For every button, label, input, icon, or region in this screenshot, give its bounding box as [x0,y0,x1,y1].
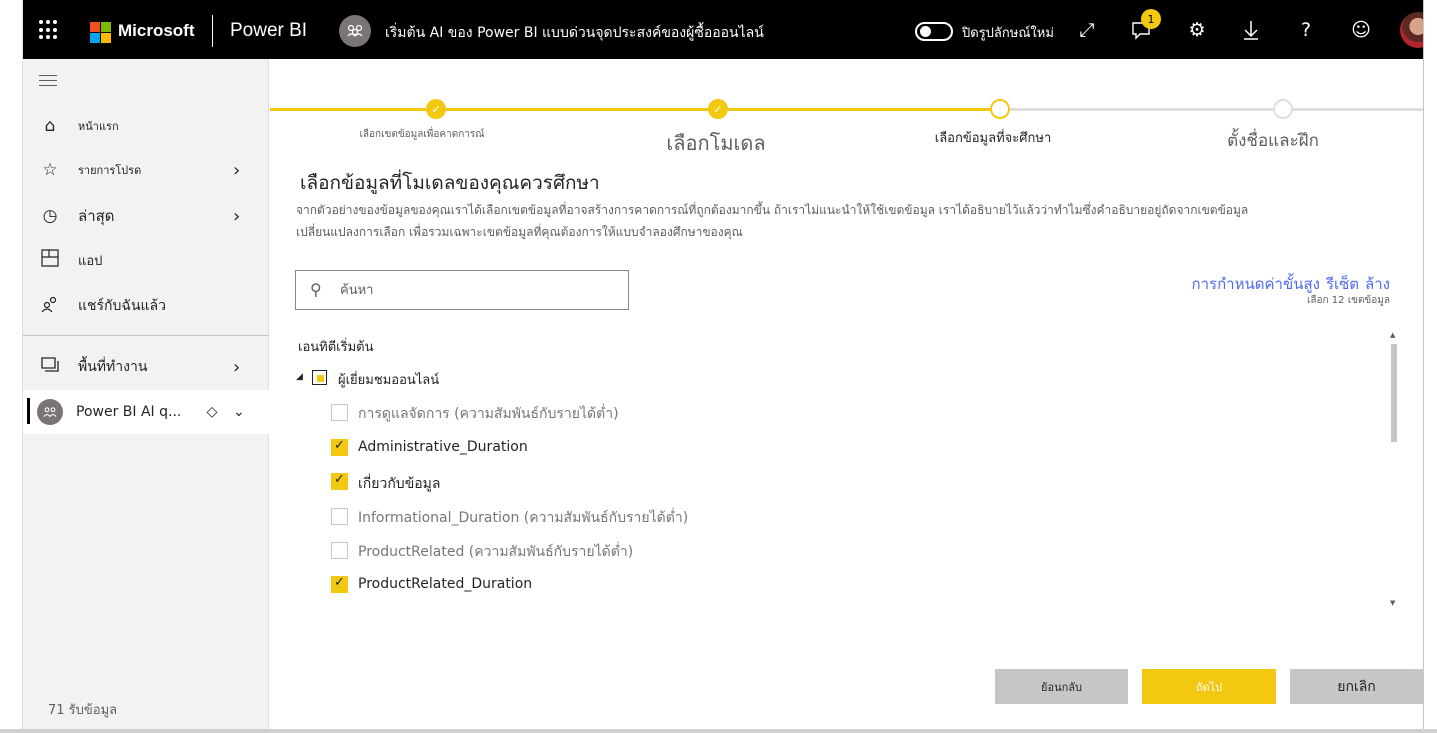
progress-track-done [270,108,1000,111]
diamond-icon: ◇ [206,404,218,420]
sidebar-item-label: รายการโปรด [78,164,142,177]
clear-link[interactable]: ล้าง [1365,275,1390,293]
entity-name: ผู้เยี่ยมชมออนไลน์ [338,373,440,388]
sidebar: ⌂ หน้าแรก ☆ รายการโปรด › ◷ ล่าสุด › แอป … [23,59,269,729]
entity-checkbox[interactable] [312,370,327,385]
step-done-icon: ✓ [708,99,728,119]
star-icon: ☆ [42,160,58,180]
sidebar-item-label: หน้าแรก [78,120,119,133]
step-todo-icon [1273,99,1293,119]
reset-link[interactable]: รีเซ็ต [1326,275,1359,293]
description-line: เปลี่ยนแปลงการเลือก เพื่อรวมเฉพาะเขตข้อม… [296,225,743,239]
field-checkbox[interactable] [331,438,348,456]
sidebar-item-home[interactable]: ⌂ หน้าแรก [23,104,269,148]
workspaces-icon [39,356,61,378]
home-icon: ⌂ [44,116,56,136]
sidebar-item-label: แชร์กับฉันแล้ว [78,298,166,314]
step-current-icon [990,99,1010,119]
breadcrumb[interactable]: เริ่มต้น AI ของ Power BI แบบด่วนจุดประสง… [385,22,764,44]
sidebar-item-recent[interactable]: ◷ ล่าสุด › [23,194,269,238]
collapse-triangle-icon[interactable]: ◢ [296,372,303,382]
expand-icon[interactable]: ⤢ [1075,18,1099,42]
field-checkbox[interactable] [331,542,348,559]
sidebar-item-label: พื้นที่ทำงาน [78,359,148,375]
field-checkbox[interactable] [331,472,348,490]
download-icon[interactable] [1239,18,1263,42]
clock-icon: ◷ [42,206,58,226]
sidebar-item-current-workspace[interactable]: Power BI AI q... ◇ ⌄ [23,390,269,434]
field-label: การดูแลจัดการ (ความสัมพันธ์กับรายได้ต่ำ) [358,406,619,422]
chevron-right-icon[interactable]: › [233,357,240,378]
help-icon[interactable]: ? [1294,18,1318,42]
next-button[interactable]: ถัดไป [1142,669,1276,704]
product-name[interactable]: Power BI [230,20,307,42]
chevron-down-icon[interactable]: ⌄ [233,404,245,420]
sidebar-divider [23,335,269,336]
window-frame-left [0,0,23,733]
search-box[interactable]: ⚲ [295,270,629,310]
microsoft-logo-icon [90,22,111,43]
top-bar: Microsoft Power BI เริ่มต้น AI ของ Power… [23,0,1436,59]
workspace-icon [37,399,63,425]
field-label: ProductRelated (ความสัมพันธ์กับรายได้ต่ำ… [358,544,634,560]
field-checkbox[interactable] [331,575,348,593]
sidebar-item-apps[interactable]: แอป [23,238,269,282]
back-button[interactable]: ย้อนกลับ [995,669,1128,704]
step-done-icon: ✓ [426,99,446,119]
cancel-button[interactable]: ยกเลิก [1290,669,1423,704]
step-label-4: ตั้งชื่อและฝึก [1227,131,1319,151]
field-checkbox[interactable] [331,404,348,421]
apps-icon [39,248,61,272]
field-checkbox[interactable] [331,508,348,525]
smiley-icon[interactable]: ☺ [1349,18,1373,42]
sidebar-item-favorites[interactable]: ☆ รายการโปรด › [23,148,269,192]
shared-icon [39,296,61,317]
chevron-right-icon[interactable]: › [233,206,240,227]
header-divider [212,15,213,47]
sidebar-item-label: ล่าสุด [78,207,115,225]
sidebar-item-label: แอป [78,253,103,269]
sidebar-item-shared[interactable]: แชร์กับฉันแล้ว [23,284,269,328]
waffle-icon[interactable] [39,20,59,40]
workspace-icon [339,15,371,47]
entity-header: เอนทิตีเริ่มต้น [298,340,374,355]
advanced-settings-link[interactable]: การกำหนดค่าขั้นสูง [1192,275,1320,293]
get-data-link[interactable]: 71 รับข้อมูล [48,699,117,720]
new-look-label: ปิดรูปลักษณ์ใหม่ [962,26,1054,41]
window-frame-right [1423,0,1437,733]
step-label-2: เลือกโมเดล [666,131,766,155]
scrollbar-thumb[interactable] [1391,344,1397,442]
chevron-right-icon[interactable]: › [233,160,240,181]
field-label: Administrative_Duration [358,439,528,455]
notification-badge: 1 [1141,9,1161,29]
brand-name: Microsoft [118,21,195,40]
selected-count: เลือก 12 เขตข้อมูล [1307,295,1390,306]
gear-icon[interactable]: ⚙ [1185,18,1209,42]
wizard-panel: ✓ ✓ เลือกเขตข้อมูลเพื่อคาดการณ์ เลือกโมเ… [270,59,1423,729]
page-description: จากตัวอย่างของข้อมูลของคุณเราได้เลือกเขต… [296,199,1356,243]
sidebar-item-workspaces[interactable]: พื้นที่ทำงาน › [23,345,269,389]
description-line: จากตัวอย่างของข้อมูลของคุณเราได้เลือกเขต… [296,203,1249,217]
sidebar-item-label: Power BI AI q... [76,404,182,420]
step-label-1: เลือกเขตข้อมูลเพื่อคาดการณ์ [359,129,485,140]
field-label: Informational_Duration (ความสัมพันธ์กับร… [358,510,689,526]
scroll-down-icon[interactable]: ▼ [1390,599,1395,607]
hamburger-icon[interactable] [39,75,57,90]
progress-track-todo [1000,108,1423,111]
scroll-up-icon[interactable]: ▲ [1390,331,1395,339]
field-label: ProductRelated_Duration [358,576,533,592]
search-input[interactable] [340,279,620,301]
field-label: เกี่ยวกับข้อมูล [358,476,441,492]
search-icon: ⚲ [310,280,322,299]
step-label-3: เลือกข้อมูลที่จะศึกษา [934,131,1052,146]
new-look-toggle[interactable] [915,22,953,41]
page-title: เลือกข้อมูลที่โมเดลของคุณควรศึกษา [300,172,600,194]
window-frame-bottom [0,729,1437,733]
